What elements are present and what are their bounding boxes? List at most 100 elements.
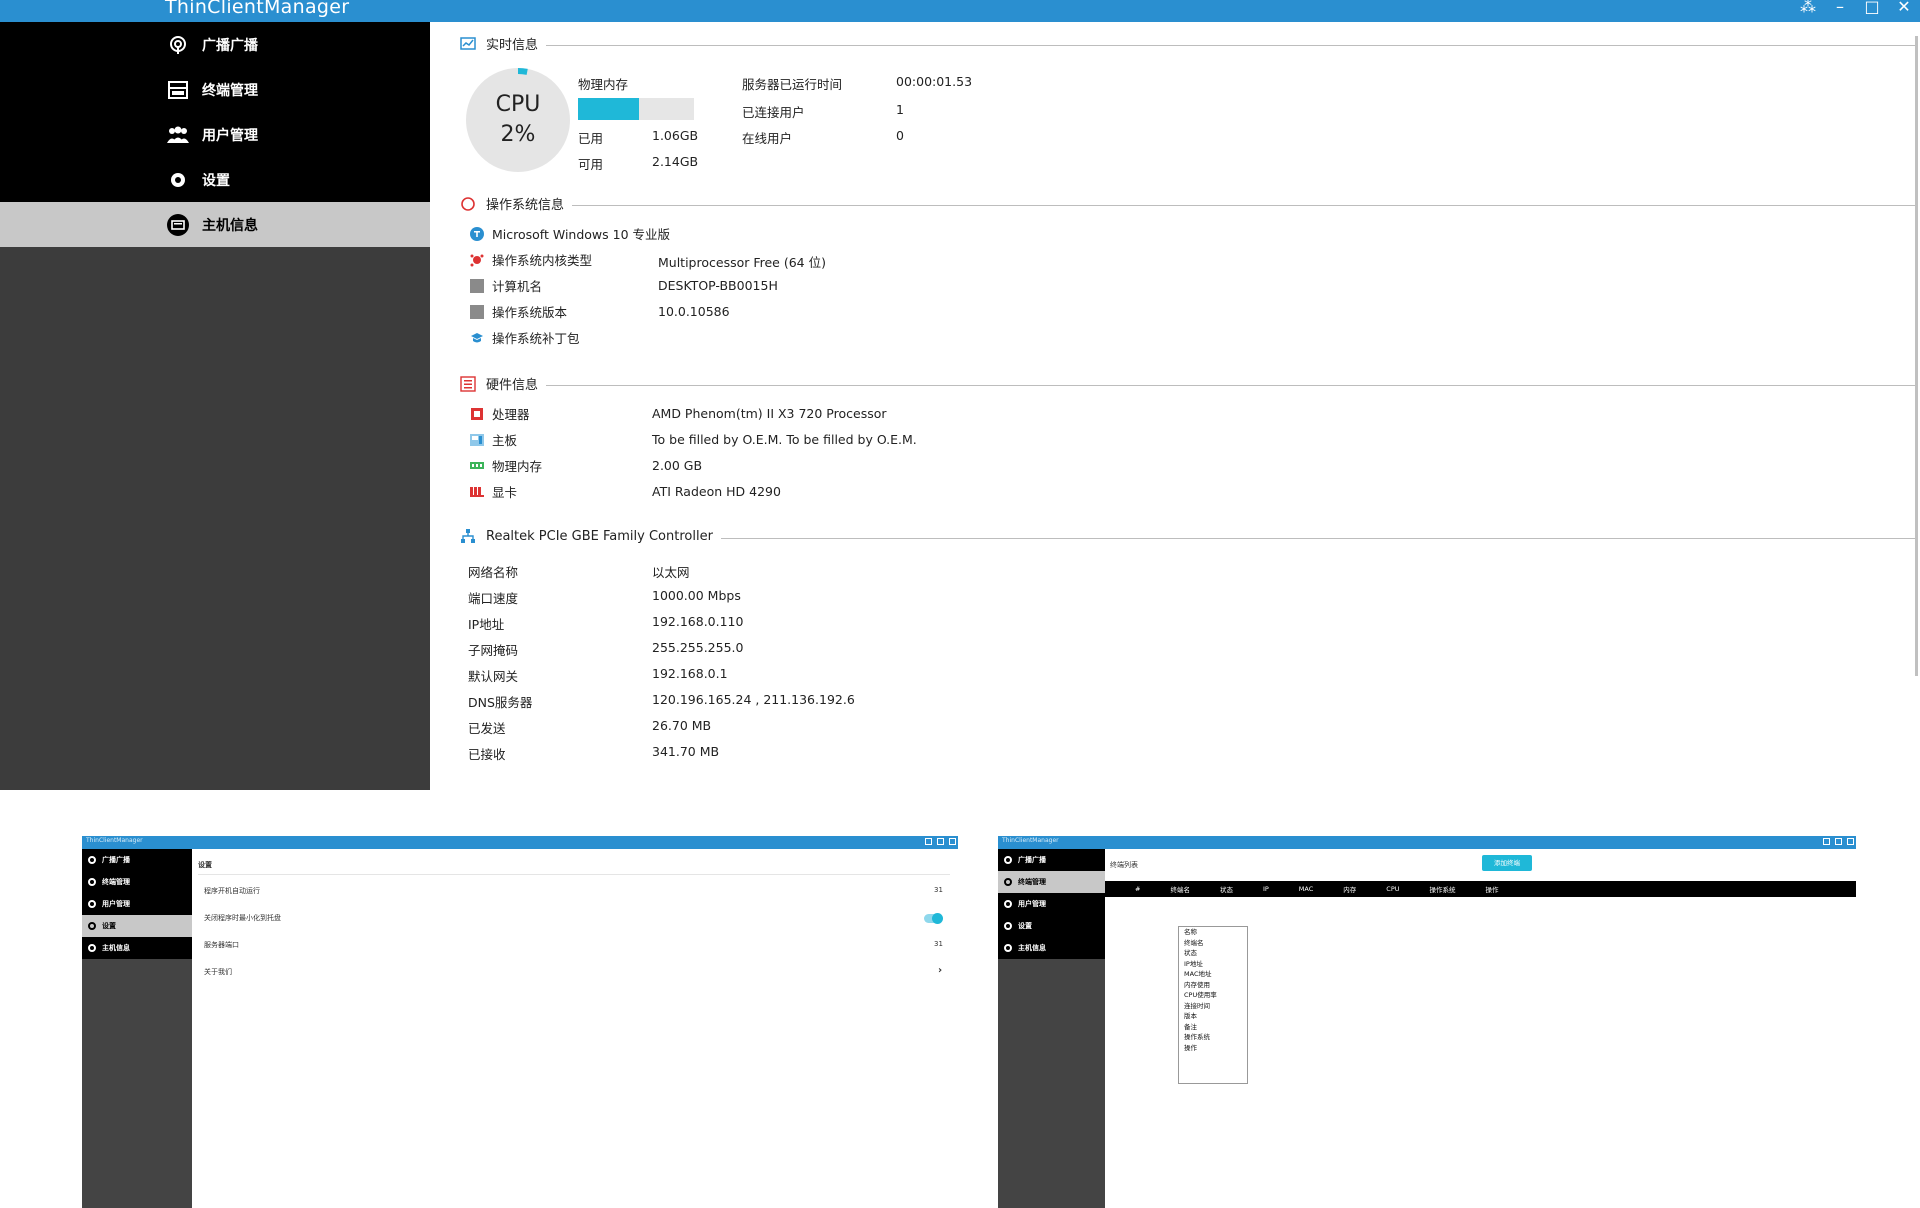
monitor-chart-icon [460,36,476,50]
sidebar-item-settings[interactable]: 设置 [82,915,192,937]
dropdown-item[interactable]: 名称 [1179,927,1247,938]
sidebar-item-host-info[interactable]: 主机信息 [82,937,192,959]
column-header[interactable]: CPU [1386,885,1399,893]
users-icon [88,900,96,908]
sidebar-item-terminals[interactable]: 终端管理 [0,67,430,112]
sidebar-item-label: 设置 [102,922,116,930]
host-info-icon [166,213,190,236]
app-title: ThinClientManager [1002,837,1059,844]
close-button[interactable] [949,838,956,845]
os-ring-icon [461,196,475,211]
broadcast-icon [1004,856,1012,864]
sidebar-nav: 广播广播 终端管理 用户管理 设置 主机信息 [998,849,1105,959]
dropdown-item[interactable]: CPU使用率 [1179,990,1247,1001]
dropdown-item[interactable]: 版本 [1179,1011,1247,1022]
column-header[interactable]: IP [1263,885,1269,893]
sidebar-item-label: 广播广播 [202,37,258,54]
about-us-link[interactable]: 关于我们 [204,967,232,977]
sidebar-item-label: 主机信息 [102,944,130,952]
hardware-row: 主板 [470,430,517,449]
dropdown-item[interactable]: 操作系统 [1179,1032,1247,1043]
sidebar-item-settings[interactable]: 设置 [0,157,430,202]
network-icon [461,529,475,543]
sidebar-item-broadcast[interactable]: 广播广播 [998,849,1105,871]
sidebar-item-users[interactable]: 用户管理 [998,893,1105,915]
close-button[interactable]: ✕ [1888,0,1920,22]
column-header[interactable]: 状态 [1220,884,1233,894]
sidebar-item-label: 终端管理 [1018,878,1046,886]
os-row: 操作系统内核类型 [470,250,592,269]
column-header[interactable]: MAC [1299,885,1313,893]
column-header[interactable]: 内存 [1343,884,1356,894]
minimize-button[interactable] [1823,838,1830,845]
host-info-panel: 实时信息 CPU 2% 物理内存 已用 1.06GB 可用 2.14GB 服务器… [430,22,1920,790]
sidebar-item-label: 用户管理 [202,127,258,144]
cpu-chip-icon [471,407,483,420]
sidebar-item-label: 广播广播 [102,856,130,864]
dropdown-item[interactable]: MAC地址 [1179,969,1247,980]
settings-icon [166,169,190,191]
column-header[interactable]: 操作 [1486,884,1499,894]
dropdown-item[interactable]: IP地址 [1179,959,1247,970]
sidebar-item-terminals[interactable]: 终端管理 [82,871,192,893]
scrollbar[interactable] [1915,36,1918,676]
os-row: 计算机名 [470,276,542,295]
connected-users-value: 1 [896,102,904,117]
add-terminal-button[interactable]: 添加终端 [1482,855,1532,871]
column-header[interactable]: 操作系统 [1430,884,1456,894]
dropdown-item[interactable]: 备注 [1179,1022,1247,1033]
maximize-button[interactable] [1835,838,1842,845]
minimize-button[interactable]: – [1824,0,1856,22]
sidebar-item-label: 设置 [1018,922,1032,930]
dropdown-item[interactable]: 操作 [1179,1043,1247,1054]
memory-bar [578,98,694,120]
setting-label: 关闭程序时最小化到托盘 [204,914,281,922]
terminals-screenshot: ThinClientManager 广播广播 终端管理 用户管理 设置 主机信息… [998,836,1856,1208]
network-row-label: 默认网关 [468,669,519,684]
sidebar-item-host-info[interactable]: 主机信息 [998,937,1105,959]
close-button[interactable] [1847,838,1854,845]
dropdown-item[interactable]: 内存使用 [1179,980,1247,991]
sidebar-item-label: 广播广播 [1018,856,1046,864]
sidebar-item-users[interactable]: 用户管理 [0,112,430,157]
section-divider [546,385,1915,386]
setting-label: 程序开机自动运行 [204,887,260,895]
dropdown-item[interactable]: 连接时间 [1179,1001,1247,1012]
hardware-row-value: 2.00 GB [652,458,703,473]
sidebar-item-terminals[interactable]: 终端管理 [998,871,1105,893]
sidebar-nav: 广播广播 终端管理 用户管理 设置 主机信息 [82,849,192,959]
minimize-to-tray-toggle[interactable] [924,913,943,924]
os-name-row: Microsoft Windows 10 专业版 [470,224,670,243]
sidebar-item-broadcast[interactable]: 广播广播 [0,22,430,67]
sidebar: 广播广播 终端管理 用户管理 设置 主机信息 [998,849,1105,1208]
motherboard-icon [470,433,484,446]
dropdown-item[interactable]: 状态 [1179,948,1247,959]
column-dropdown-menu: 名称 终端名 状态 IP地址 MAC地址 内存使用 CPU使用率 连接时间 版本… [1178,926,1248,1084]
network-row-label: 端口速度 [468,591,519,606]
sidebar-nav: 广播广播 终端管理 用户管理 设置 [0,22,430,202]
sidebar-item-host-info[interactable]: 主机信息 [0,202,430,247]
remote-icon[interactable]: ⁂ [1792,0,1824,22]
chevron-right-icon[interactable]: › [938,965,942,976]
window-controls: ⁂ – □ ✕ [1792,0,1920,22]
section-title: 实时信息 [486,38,539,53]
sidebar-item-users[interactable]: 用户管理 [82,893,192,915]
section-divider [546,45,1915,46]
sidebar-item-label: 终端管理 [202,82,258,99]
section-divider [572,205,1915,206]
dropdown-item[interactable]: 终端名 [1179,938,1247,949]
sidebar-item-broadcast[interactable]: 广播广播 [82,849,192,871]
service-pack-icon [471,332,483,342]
cpu-label: CPU [495,92,541,117]
column-header[interactable]: 终端名 [1170,884,1190,894]
sidebar-item-settings[interactable]: 设置 [998,915,1105,937]
network-row-value: 120.196.165.24 , 211.136.192.6 [652,692,855,707]
network-row-label: 子网掩码 [468,643,519,658]
toggle-knob [932,913,943,924]
divider [198,874,950,875]
terminal-icon [1004,878,1012,886]
column-header[interactable]: # [1135,885,1140,893]
maximize-button[interactable]: □ [1856,0,1888,22]
maximize-button[interactable] [937,838,944,845]
minimize-button[interactable] [925,838,932,845]
